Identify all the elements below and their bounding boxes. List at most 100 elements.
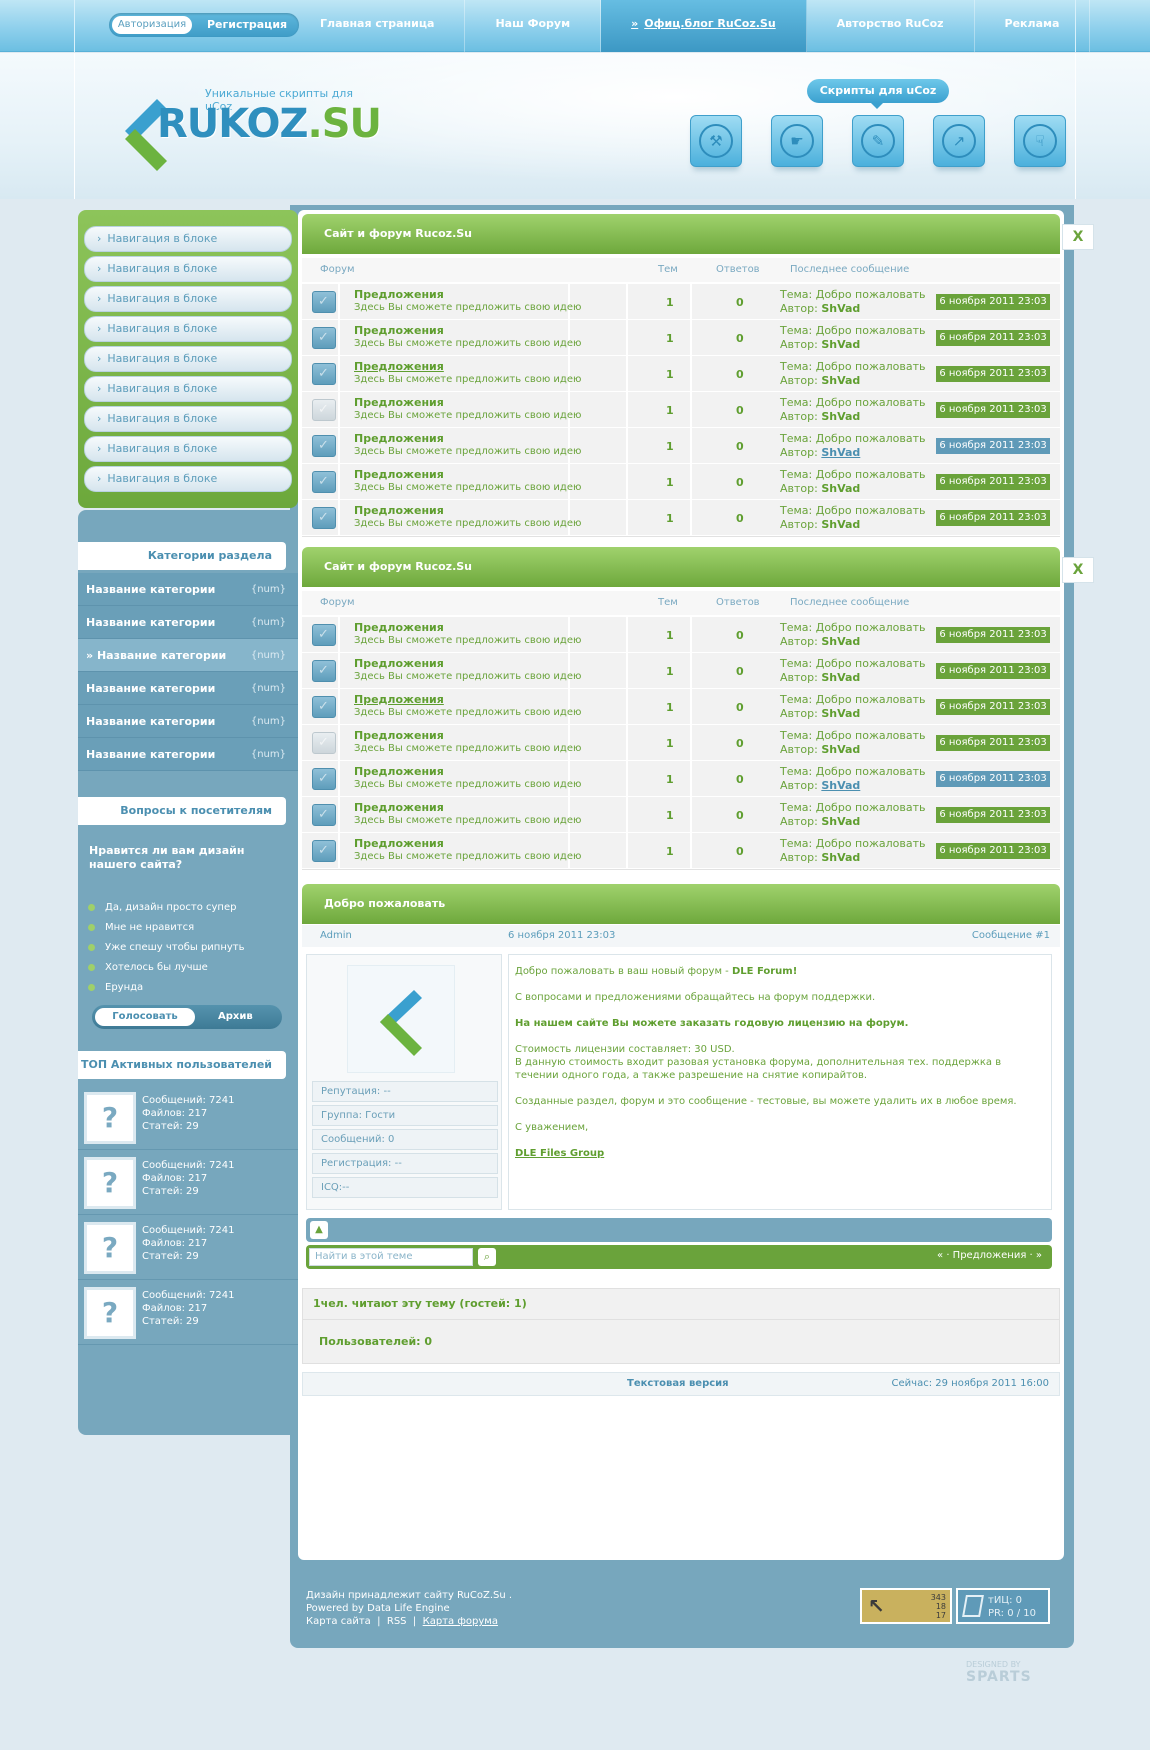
archive-button[interactable]: Архив (218, 1008, 253, 1026)
last-topic-link[interactable]: Тема: Добро пожаловать (780, 504, 926, 517)
forum-row[interactable]: ПредложенияЗдесь Вы сможете предложить с… (302, 284, 1060, 320)
nav-block-item[interactable]: › Навигация в блоке (84, 376, 292, 402)
close-icon[interactable]: X (1062, 557, 1094, 583)
last-topic-link[interactable]: Тема: Добро пожаловать (780, 621, 926, 634)
poll-option[interactable]: Мне не нравится (88, 922, 194, 933)
designer-credit[interactable]: DESIGNED BY SPARTS (966, 1660, 1032, 1685)
forum-name-link[interactable]: Предложения (354, 801, 444, 814)
author-link[interactable]: ShVad (821, 671, 860, 684)
forum-row[interactable]: ПредложенияЗдесь Вы сможете предложить с… (302, 320, 1060, 356)
last-topic-link[interactable]: Тема: Добро пожаловать (780, 396, 926, 409)
last-topic-link[interactable]: Тема: Добро пожаловать (780, 432, 926, 445)
signature-link[interactable]: DLE Files Group (515, 1147, 1045, 1160)
text-version-link[interactable]: Текстовая версия (627, 1378, 729, 1389)
sitemap-link[interactable]: Карта сайта (306, 1616, 371, 1627)
post-number[interactable]: Сообщение #1 (972, 930, 1050, 941)
vote-button[interactable]: Голосовать (95, 1008, 195, 1026)
last-topic-link[interactable]: Тема: Добро пожаловать (780, 324, 926, 337)
author-link[interactable]: ShVad (821, 779, 860, 792)
category-item-active[interactable]: » Название категории {num} (78, 639, 298, 672)
last-topic-link[interactable]: Тема: Добро пожаловать (780, 657, 926, 670)
last-topic-link[interactable]: Тема: Добро пожаловать (780, 288, 926, 301)
forum-name-link[interactable]: Предложения (354, 504, 444, 517)
author-link[interactable]: ShVad (821, 446, 860, 459)
tile-wrench[interactable]: ⚒ (690, 115, 742, 167)
last-topic-link[interactable]: Тема: Добро пожаловать (780, 765, 926, 778)
forum-row[interactable]: ПредложенияЗдесь Вы сможете предложить с… (302, 392, 1060, 428)
forum-name-link[interactable]: Предложения (354, 621, 444, 634)
close-icon[interactable]: X (1062, 224, 1094, 250)
poll-option[interactable]: Ерунда (88, 982, 143, 993)
tile-pointer[interactable]: ☛ (771, 115, 823, 167)
forum-row[interactable]: ПредложенияЗдесь Вы сможете предложить с… (302, 833, 1060, 869)
author-link[interactable]: ShVad (821, 410, 860, 423)
login-button[interactable]: Авторизация (112, 16, 192, 34)
author-link[interactable]: ShVad (821, 374, 860, 387)
nav-block-item[interactable]: › Навигация в блоке (84, 346, 292, 372)
top-user[interactable]: ? Сообщений: 7241 Файлов: 217 Статей: 29 (78, 1281, 298, 1345)
nav-authorship[interactable]: Авторство RuCoz (807, 0, 975, 52)
author-link[interactable]: ShVad (821, 635, 860, 648)
forum-row[interactable]: ПредложенияЗдесь Вы сможете предложить с… (302, 653, 1060, 689)
topic-search-input[interactable]: Найти в этой теме (309, 1248, 473, 1266)
forum-row[interactable]: ПредложенияЗдесь Вы сможете предложить с… (302, 356, 1060, 392)
author-link[interactable]: ShVad (821, 815, 860, 828)
author-link[interactable]: ShVad (821, 338, 860, 351)
author-link[interactable]: ShVad (821, 302, 860, 315)
author-link[interactable]: ShVad (821, 482, 860, 495)
rss-link[interactable]: RSS (387, 1616, 407, 1627)
forum-row[interactable]: ПредложенияЗдесь Вы сможете предложить с… (302, 617, 1060, 653)
category-item[interactable]: Название категории {num} (78, 672, 298, 705)
forum-map-link[interactable]: Карта форума (423, 1616, 498, 1627)
nav-ads[interactable]: Реклама (975, 0, 1091, 52)
nav-block-item[interactable]: › Навигация в блоке (84, 256, 292, 282)
nav-block-item[interactable]: › Навигация в блоке (84, 286, 292, 312)
poll-option[interactable]: Уже спешу чтобы рипнуть (88, 942, 245, 953)
forum-row[interactable]: ПредложенияЗдесь Вы сможете предложить с… (302, 689, 1060, 725)
last-topic-link[interactable]: Тема: Добро пожаловать (780, 729, 926, 742)
nav-blog[interactable]: » Офиц.блог RuCoz.Su (601, 0, 807, 52)
last-topic-link[interactable]: Тема: Добро пожаловать (780, 693, 926, 706)
author-link[interactable]: ShVad (821, 518, 860, 531)
author-link[interactable]: ShVad (821, 707, 860, 720)
forum-name-link[interactable]: Предложения (354, 432, 444, 445)
forum-row[interactable]: ПредложенияЗдесь Вы сможете предложить с… (302, 500, 1060, 536)
search-icon[interactable]: ⌕ (478, 1248, 496, 1266)
category-item[interactable]: Название категории {num} (78, 573, 298, 606)
forum-name-link[interactable]: Предложения (354, 729, 444, 742)
category-item[interactable]: Название категории {num} (78, 705, 298, 738)
forum-name-link[interactable]: Предложения (354, 396, 444, 409)
nav-block-item[interactable]: › Навигация в блоке (84, 316, 292, 342)
forum-name-link[interactable]: Предложения (354, 324, 444, 337)
category-item[interactable]: Название категории {num} (78, 606, 298, 639)
category-item[interactable]: Название категории {num} (78, 738, 298, 771)
forum-row[interactable]: ПредложенияЗдесь Вы сможете предложить с… (302, 428, 1060, 464)
last-topic-link[interactable]: Тема: Добро пожаловать (780, 837, 926, 850)
top-user[interactable]: ? Сообщений: 7241 Файлов: 217 Статей: 29 (78, 1216, 298, 1280)
author-link[interactable]: ShVad (821, 851, 860, 864)
top-user[interactable]: ? Сообщений: 7241 Файлов: 217 Статей: 29 (78, 1151, 298, 1215)
top-user[interactable]: ? Сообщений: 7241 Файлов: 217 Статей: 29 (78, 1086, 298, 1150)
last-topic-link[interactable]: Тема: Добро пожаловать (780, 468, 926, 481)
forum-name-link[interactable]: Предложения (354, 693, 444, 706)
nav-block-item[interactable]: › Навигация в блоке (84, 466, 292, 492)
liveinternet-counter[interactable]: ↖ 343 18 17 (860, 1588, 952, 1624)
nav-block-item[interactable]: › Навигация в блоке (84, 226, 292, 252)
last-topic-link[interactable]: Тема: Добро пожаловать (780, 801, 926, 814)
tile-chart[interactable]: ↗ (933, 115, 985, 167)
register-button[interactable]: Регистрация (207, 16, 287, 34)
forum-name-link[interactable]: Предложения (354, 360, 444, 373)
forum-name-link[interactable]: Предложения (354, 657, 444, 670)
tile-pencil[interactable]: ✎ (852, 115, 904, 167)
post-author[interactable]: Admin (320, 930, 352, 941)
nav-forum[interactable]: Наш Форум (465, 0, 602, 52)
forum-name-link[interactable]: Предложения (354, 288, 444, 301)
last-topic-link[interactable]: Тема: Добро пожаловать (780, 360, 926, 373)
forum-name-link[interactable]: Предложения (354, 765, 444, 778)
forum-name-link[interactable]: Предложения (354, 837, 444, 850)
poll-option[interactable]: Да, дизайн просто супер (88, 902, 236, 913)
forum-name-link[interactable]: Предложения (354, 468, 444, 481)
forum-row[interactable]: ПредложенияЗдесь Вы сможете предложить с… (302, 797, 1060, 833)
nav-home[interactable]: Главная страница (290, 0, 466, 52)
tile-download[interactable]: ☟ (1014, 115, 1066, 167)
